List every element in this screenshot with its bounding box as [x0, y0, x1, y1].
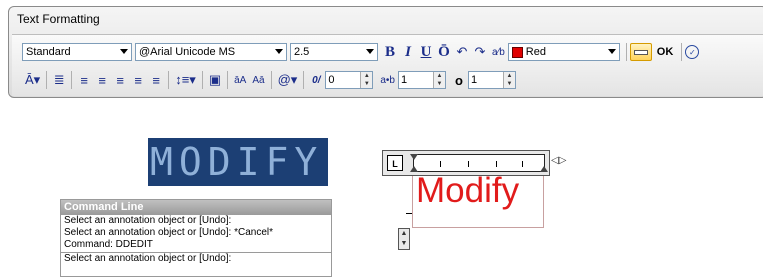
separator	[46, 71, 48, 89]
style-dropdown[interactable]: Standard	[22, 43, 132, 61]
command-history-line: Command: DDEDIT	[64, 239, 153, 250]
spin-down-icon[interactable]: ▼	[502, 80, 515, 88]
width-factor-icon: o	[454, 72, 463, 88]
toolbar-panel: Standard @Arial Unicode MS 2.5 B I U Ō ↶…	[12, 34, 763, 96]
stack-icon[interactable]: a⁄b	[490, 43, 507, 61]
insert-field-icon[interactable]: ▣	[207, 71, 223, 89]
uppercase-icon[interactable]: āA	[232, 71, 248, 89]
spin-down-icon[interactable]: ▼	[360, 80, 373, 88]
tracking-value: 1	[400, 74, 408, 86]
redo-icon[interactable]: ↷	[472, 43, 488, 61]
ruler-tick	[440, 161, 441, 167]
separator	[681, 43, 683, 61]
text-height-dropdown[interactable]: 2.5	[290, 43, 378, 61]
spin-down-icon[interactable]: ▼	[432, 80, 445, 88]
separator	[201, 71, 203, 89]
window-title: Text Formatting	[17, 12, 100, 26]
chevron-down-icon	[607, 49, 616, 54]
style-value: Standard	[26, 46, 71, 58]
color-dropdown[interactable]: Red	[507, 43, 620, 61]
width-factor-spinner[interactable]: 1 ▲ ▼	[467, 71, 516, 89]
column-icon[interactable]: Ā▾	[23, 71, 42, 89]
color-value: Red	[525, 46, 546, 58]
undo-icon[interactable]: ↶	[454, 43, 470, 61]
ruler-tick	[468, 161, 469, 167]
width-resize-icon[interactable]: ◁▷	[551, 155, 566, 166]
toolbar-row-1: Standard @Arial Unicode MS 2.5 B I U Ō ↶…	[22, 39, 700, 65]
paragraph-icon[interactable]: ≣	[51, 71, 67, 89]
width-factor-value: 1	[470, 74, 478, 86]
color-swatch	[511, 46, 523, 58]
command-line-window: Command Line Select an annotation object…	[60, 199, 332, 277]
toolbar-row-2: Ā▾ ≣ ≡ ≡ ≡ ≡ ≡ ↕≡▾ ▣ āA Aā @▾ 0/ 0 ▲ ▼ a…	[22, 67, 520, 93]
chevron-down-icon	[120, 49, 128, 54]
separator	[303, 71, 305, 89]
justify-icon[interactable]: ≡	[130, 71, 146, 89]
tab-type-button[interactable]: L	[387, 155, 403, 171]
chevron-down-icon	[366, 49, 374, 54]
chevron-down-icon	[275, 49, 283, 54]
command-history-line: Select an annotation object or [Undo]: *…	[64, 227, 274, 238]
height-resize-icon[interactable]: ▲ ▼	[398, 228, 410, 250]
ruler-tick	[496, 161, 497, 167]
lowercase-icon[interactable]: Aā	[250, 71, 266, 89]
modify-banner: MODIFY	[148, 138, 328, 186]
right-margin-icon[interactable]	[540, 166, 548, 172]
ok-button[interactable]: OK	[653, 43, 678, 61]
symbol-icon[interactable]: @▾	[276, 71, 300, 89]
tracking-spinner[interactable]: 1 ▲ ▼	[397, 71, 446, 89]
text-cursor	[406, 213, 412, 214]
separator	[227, 71, 229, 89]
ruler-toggle-button[interactable]	[629, 43, 652, 61]
separator	[168, 71, 170, 89]
oblique-angle-spinner[interactable]: 0 ▲ ▼	[325, 71, 374, 89]
command-line-title: Command Line	[61, 200, 331, 215]
italic-button[interactable]: I	[400, 43, 416, 61]
options-icon[interactable]: ✓	[685, 45, 700, 59]
command-prompt[interactable]: Select an annotation object or [Undo]:	[61, 252, 331, 265]
separator	[71, 71, 73, 89]
first-line-indent-icon[interactable]	[410, 154, 418, 160]
separator	[625, 43, 627, 61]
separator	[270, 71, 272, 89]
edited-text[interactable]: Modify	[416, 170, 519, 212]
distribute-icon[interactable]: ≡	[148, 71, 164, 89]
align-right-icon[interactable]: ≡	[112, 71, 128, 89]
line-spacing-icon[interactable]: ↕≡▾	[173, 71, 198, 89]
command-history-line: Select an annotation object or [Undo]:	[64, 215, 232, 226]
font-value: @Arial Unicode MS	[139, 46, 236, 58]
ruler-tick	[522, 161, 523, 167]
align-left-icon[interactable]: ≡	[76, 71, 92, 89]
text-height-value: 2.5	[294, 46, 310, 58]
underline-button[interactable]: U	[418, 43, 434, 61]
overline-button[interactable]: Ō	[436, 43, 452, 61]
tracking-icon: a•b	[380, 74, 395, 86]
oblique-angle-icon: 0/	[312, 74, 321, 86]
oblique-angle-value: 0	[328, 74, 335, 86]
text-formatting-window: Text Formatting Standard @Arial Unicode …	[8, 6, 763, 98]
align-center-icon[interactable]: ≡	[94, 71, 110, 89]
font-dropdown[interactable]: @Arial Unicode MS	[135, 43, 287, 61]
ruler-icon	[633, 49, 648, 55]
bold-button[interactable]: B	[382, 43, 398, 61]
